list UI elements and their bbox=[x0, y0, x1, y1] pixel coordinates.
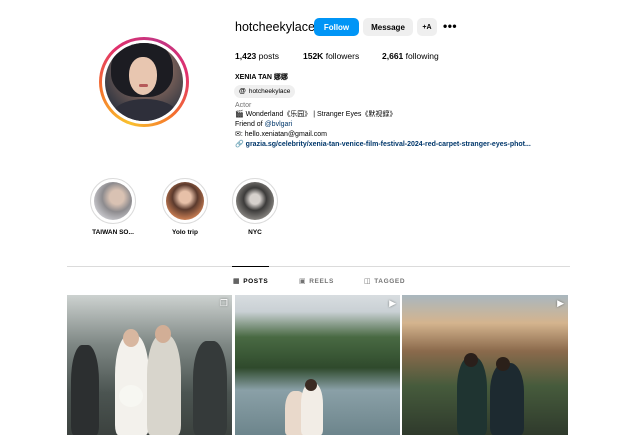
reel-icon: ▶ bbox=[557, 298, 564, 308]
bio-line-friend: Friend of @bvlgari bbox=[235, 120, 292, 129]
link-icon: 🔗 bbox=[235, 141, 246, 148]
reel-icon: ▶ bbox=[389, 298, 396, 308]
carousel-icon: ❐ bbox=[219, 298, 228, 308]
more-options-icon[interactable]: ••• bbox=[443, 19, 457, 33]
threads-icon: @ bbox=[239, 88, 246, 95]
profile-avatar[interactable] bbox=[99, 37, 189, 127]
profile-link-text: grazia.sg/celebrity/xenia-tan-venice-fil… bbox=[245, 141, 531, 148]
tab-posts-label: POSTS bbox=[243, 277, 269, 285]
tab-posts[interactable]: ▦ POSTS bbox=[233, 277, 269, 286]
photo-person bbox=[490, 363, 524, 435]
posts-stat: 1,423 posts bbox=[235, 51, 279, 61]
profile-full-name: XENIA TAN 娜娜 bbox=[235, 74, 288, 81]
bio-line-email: ✉︎: hello.xeniatan@gmail.com bbox=[235, 131, 327, 138]
highlight-nyc[interactable] bbox=[232, 178, 278, 224]
tab-reels[interactable]: ▣ REELS bbox=[299, 277, 334, 286]
highlight-label: TAIWAN SO... bbox=[92, 229, 134, 236]
avatar-photo bbox=[105, 43, 183, 121]
message-button[interactable]: Message bbox=[363, 18, 413, 36]
photo-bouquet bbox=[119, 385, 143, 407]
photo-groom bbox=[147, 335, 181, 435]
highlight-label: NYC bbox=[248, 229, 262, 236]
photo-person bbox=[457, 357, 487, 435]
highlight-taiwan[interactable] bbox=[90, 178, 136, 224]
photo-bride-head bbox=[123, 329, 139, 347]
threads-badge[interactable]: @ hotcheekylace bbox=[234, 85, 296, 98]
grid-icon: ▦ bbox=[233, 278, 241, 285]
followers-label: followers bbox=[325, 51, 360, 61]
highlight-cover bbox=[166, 182, 204, 220]
post-tile[interactable]: ▶ bbox=[235, 295, 400, 435]
threads-handle: hotcheekylace bbox=[248, 88, 291, 95]
posts-label: posts bbox=[258, 51, 279, 61]
active-tab-indicator bbox=[232, 266, 269, 267]
photo-person-head bbox=[305, 379, 317, 391]
profile-username: hotcheekylace bbox=[235, 20, 315, 34]
tabs-divider bbox=[67, 266, 570, 267]
photo-person-head bbox=[464, 353, 478, 367]
highlight-cover bbox=[94, 182, 132, 220]
highlight-cover bbox=[236, 182, 274, 220]
tagged-icon: ◫ bbox=[364, 278, 372, 285]
bio-friend-prefix: Friend of bbox=[235, 121, 265, 128]
avatar-face bbox=[129, 57, 157, 95]
post-tile[interactable]: ❐ bbox=[67, 295, 232, 435]
profile-external-link[interactable]: 🔗 grazia.sg/celebrity/xenia-tan-venice-f… bbox=[235, 140, 531, 149]
avatar-lips bbox=[139, 84, 148, 87]
reels-icon: ▣ bbox=[299, 278, 307, 285]
tab-tagged-label: TAGGED bbox=[374, 277, 406, 285]
follow-button[interactable]: Follow bbox=[314, 18, 359, 36]
followers-stat[interactable]: 152K followers bbox=[303, 51, 359, 61]
suggested-users-button[interactable]: +A bbox=[417, 18, 437, 36]
followers-count: 152K bbox=[303, 51, 324, 61]
photo-guest bbox=[71, 345, 99, 435]
highlight-label: Yolo trip bbox=[172, 229, 198, 236]
photo-groom-head bbox=[155, 325, 171, 343]
avatar-shoulders bbox=[113, 99, 177, 121]
following-count: 2,661 bbox=[382, 51, 404, 61]
tab-tagged[interactable]: ◫ TAGGED bbox=[364, 277, 406, 286]
highlight-yolo-trip[interactable] bbox=[162, 178, 208, 224]
bvlgari-mention-link[interactable]: @bvlgari bbox=[265, 121, 293, 128]
photo-person-head bbox=[496, 357, 510, 371]
avatar-border bbox=[102, 40, 186, 124]
bio-line-films: 🎬 Wonderland《乐园》 | Stranger Eyes《默视録》 bbox=[235, 111, 397, 118]
profile-category: Actor bbox=[235, 102, 252, 109]
following-label: following bbox=[405, 51, 439, 61]
tab-reels-label: REELS bbox=[309, 277, 334, 285]
following-stat[interactable]: 2,661 following bbox=[382, 51, 439, 61]
posts-count: 1,423 bbox=[235, 51, 257, 61]
post-tile[interactable]: ▶ bbox=[402, 295, 568, 435]
photo-guest bbox=[193, 341, 227, 435]
